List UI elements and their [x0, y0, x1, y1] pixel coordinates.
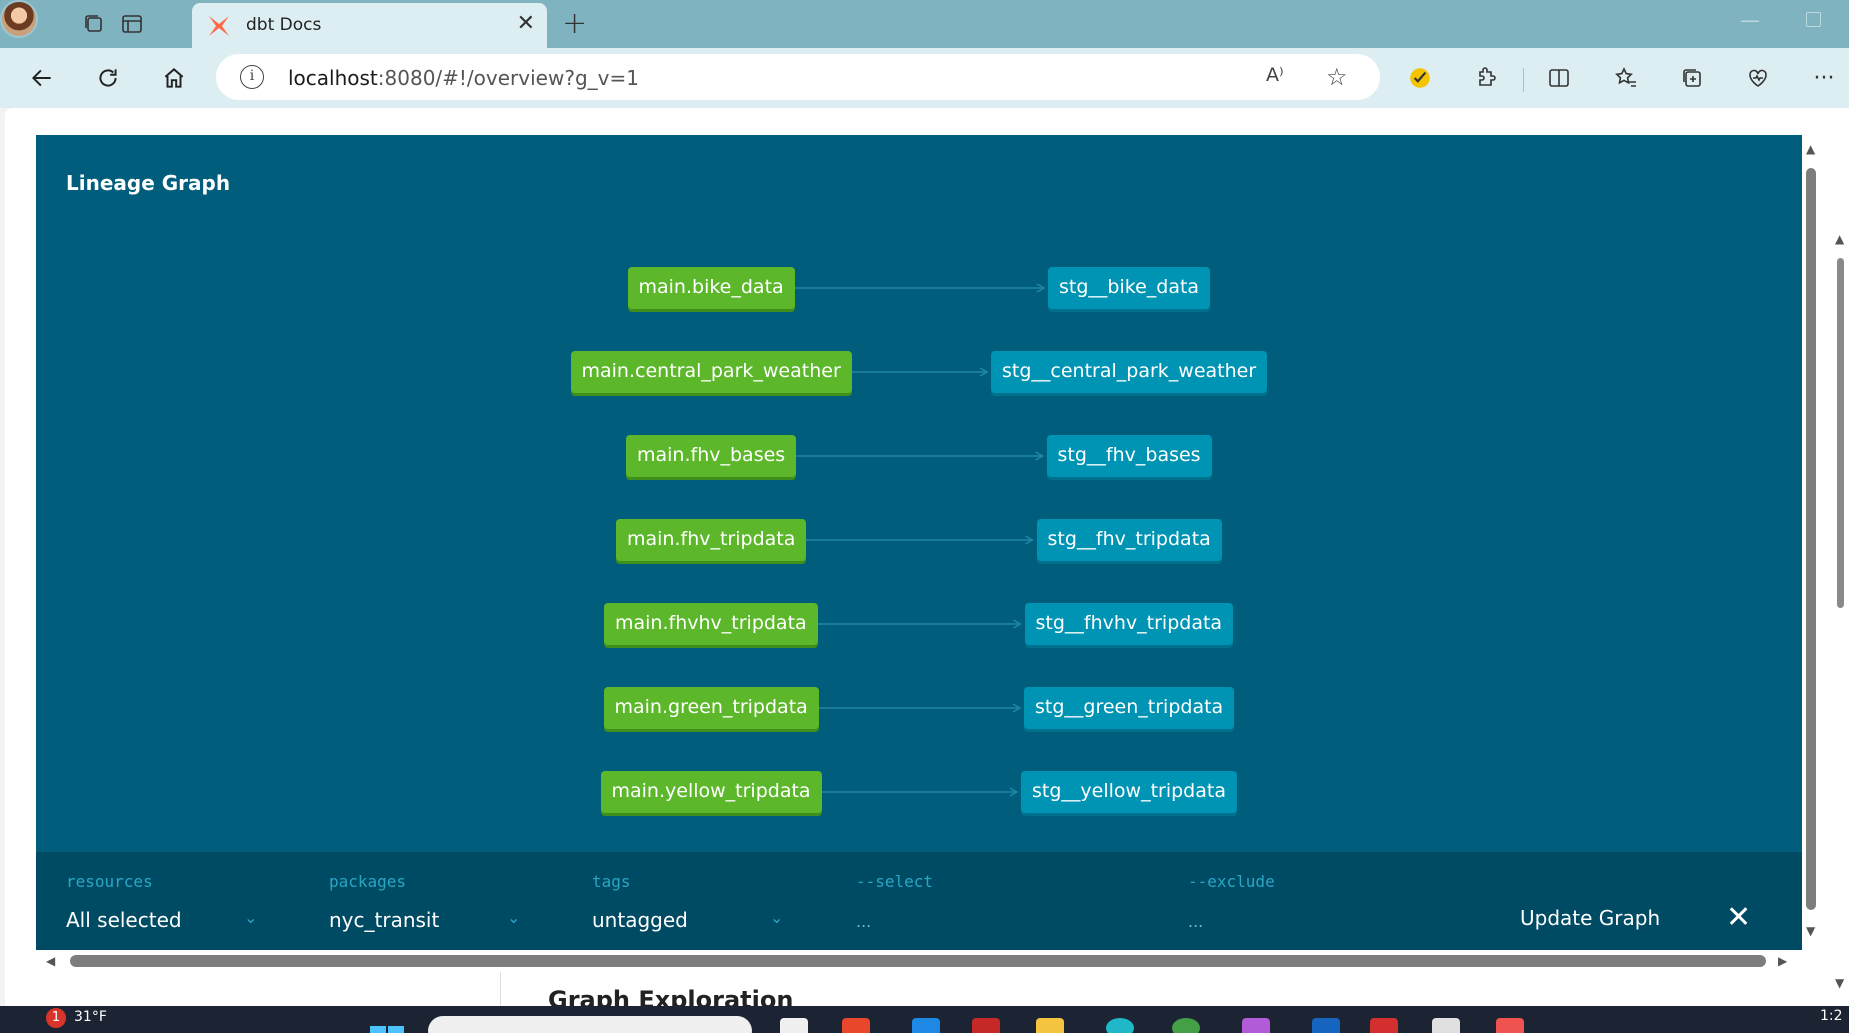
taskbar-edge-icon[interactable] [1106, 1018, 1134, 1033]
browser-toolbar: i localhost:8080/#!/overview?g_v=1 A⁾ ☆ … [0, 48, 1849, 108]
page-scroll-up-icon[interactable]: ▲ [1835, 232, 1844, 246]
taskbar-clock[interactable]: 1:2 [1820, 1008, 1843, 1024]
tab-dbt-docs[interactable]: dbt Docs ✕ [192, 3, 547, 48]
url-host: localhost [288, 66, 378, 90]
taskbar-app-10[interactable] [1370, 1018, 1398, 1033]
packages-chevron-down-icon[interactable]: ⌄ [507, 908, 520, 927]
page-scroll-down-icon[interactable]: ▼ [1835, 976, 1844, 990]
maximize-window-icon[interactable] [1806, 12, 1821, 27]
graph-controls-bar: resources All selected ⌄ packages nyc_tr… [36, 852, 1802, 950]
select-label: --select [856, 872, 934, 891]
dbt-logo-icon [206, 14, 232, 38]
staging-model-node[interactable]: stg__central_park_weather [991, 351, 1268, 393]
minimize-window-icon[interactable]: — [1740, 8, 1760, 32]
home-icon[interactable] [156, 60, 192, 96]
tags-chevron-down-icon[interactable]: ⌄ [770, 908, 783, 927]
browser-essentials-icon[interactable] [1740, 60, 1776, 96]
source-model-node[interactable]: main.fhvhv_tripdata [604, 603, 818, 645]
taskbar-app-3[interactable] [912, 1018, 940, 1033]
split-screen-icon[interactable] [1541, 60, 1577, 96]
staging-model-node[interactable]: stg__fhv_tripdata [1036, 519, 1222, 561]
taskbar-file-explorer-icon[interactable] [1036, 1018, 1064, 1033]
back-arrow-icon[interactable] [24, 60, 60, 96]
new-tab-button[interactable]: + [562, 6, 587, 41]
taskbar-app-1[interactable] [780, 1018, 808, 1033]
staging-model-node[interactable]: stg__bike_data [1048, 267, 1211, 309]
toolbar-divider [1523, 68, 1524, 92]
lineage-edges [794, 283, 1046, 797]
source-model-node[interactable]: main.yellow_tripdata [600, 771, 822, 813]
resources-chevron-down-icon[interactable]: ⌄ [244, 908, 257, 927]
collections-icon[interactable] [1674, 60, 1710, 96]
taskbar-calendar-icon[interactable] [1496, 1018, 1524, 1033]
source-model-node[interactable]: main.fhv_tripdata [616, 519, 807, 561]
taskbar-app-2[interactable] [842, 1018, 870, 1033]
resources-label: resources [66, 872, 153, 891]
staging-model-node[interactable]: stg__fhvhv_tripdata [1024, 603, 1234, 645]
tab-title: dbt Docs [246, 15, 322, 35]
resources-select[interactable]: All selected [66, 908, 182, 932]
settings-more-icon[interactable]: ··· [1806, 60, 1842, 96]
close-graph-icon[interactable]: ✕ [1726, 900, 1751, 935]
address-bar[interactable]: i localhost:8080/#!/overview?g_v=1 A⁾ ☆ [216, 54, 1380, 100]
source-model-node[interactable]: main.central_park_weather [570, 351, 852, 393]
vertical-tabs-icon[interactable] [116, 8, 148, 40]
taskbar-app-11[interactable] [1432, 1018, 1460, 1033]
workspaces-icon[interactable] [78, 8, 110, 40]
staging-model-node[interactable]: stg__green_tripdata [1024, 687, 1235, 729]
os-taskbar: 1 31°F 1:2 [0, 1006, 1849, 1033]
lineage-graph-panel: Lineage Graph main.bike_data stg__bike_da… [36, 135, 1802, 852]
url-text[interactable]: localhost:8080/#!/overview?g_v=1 [288, 66, 639, 90]
extension-check-icon[interactable] [1402, 60, 1438, 96]
extensions-puzzle-icon[interactable] [1468, 60, 1504, 96]
favorite-star-icon[interactable]: ☆ [1326, 63, 1348, 91]
staging-model-node[interactable]: stg__yellow_tripdata [1021, 771, 1237, 813]
graph-scroll-right-icon[interactable]: ▶ [1778, 954, 1787, 968]
browser-tab-strip: dbt Docs ✕ + — [0, 0, 1849, 48]
taskbar-app-8[interactable] [1242, 1018, 1270, 1033]
taskbar-vscode-icon[interactable] [1312, 1018, 1340, 1033]
graph-vertical-scroll-thumb[interactable] [1806, 168, 1816, 910]
page-scrollbar-thumb[interactable] [1837, 258, 1844, 608]
favorites-icon[interactable] [1608, 60, 1644, 96]
source-model-node[interactable]: main.green_tripdata [603, 687, 819, 729]
site-info-icon[interactable]: i [240, 65, 264, 89]
refresh-icon[interactable] [90, 60, 126, 96]
exclude-input[interactable]: ... [1188, 912, 1203, 931]
start-windows-icon[interactable] [370, 1026, 404, 1033]
staging-model-node[interactable]: stg__fhv_bases [1046, 435, 1212, 477]
update-graph-button[interactable]: Update Graph [1520, 906, 1660, 930]
graph-horizontal-scroll-thumb[interactable] [70, 955, 1766, 967]
source-model-node[interactable]: main.fhv_bases [626, 435, 797, 477]
tags-select[interactable]: untagged [592, 908, 688, 932]
tab-close-icon[interactable]: ✕ [517, 11, 535, 36]
taskbar-search-box[interactable] [428, 1016, 752, 1033]
taskbar-app-4[interactable] [972, 1018, 1000, 1033]
packages-label: packages [329, 872, 407, 891]
graph-scroll-up-icon[interactable]: ▲ [1806, 142, 1815, 156]
taskbar-chrome-icon[interactable] [1172, 1018, 1200, 1033]
weather-temperature[interactable]: 31°F [74, 1009, 107, 1025]
graph-scroll-left-icon[interactable]: ◀ [46, 954, 55, 968]
weather-alert-badge: 1 [46, 1008, 66, 1028]
url-path: :8080/#!/overview?g_v=1 [377, 66, 639, 90]
graph-scroll-down-icon[interactable]: ▼ [1806, 924, 1815, 938]
tags-label: tags [592, 872, 631, 891]
packages-select[interactable]: nyc_transit [329, 908, 439, 932]
source-model-node[interactable]: main.bike_data [627, 267, 795, 309]
select-input[interactable]: ... [856, 912, 871, 931]
profile-avatar[interactable] [0, 0, 38, 38]
read-aloud-icon[interactable]: A⁾ [1266, 64, 1284, 86]
exclude-label: --exclude [1188, 872, 1275, 891]
